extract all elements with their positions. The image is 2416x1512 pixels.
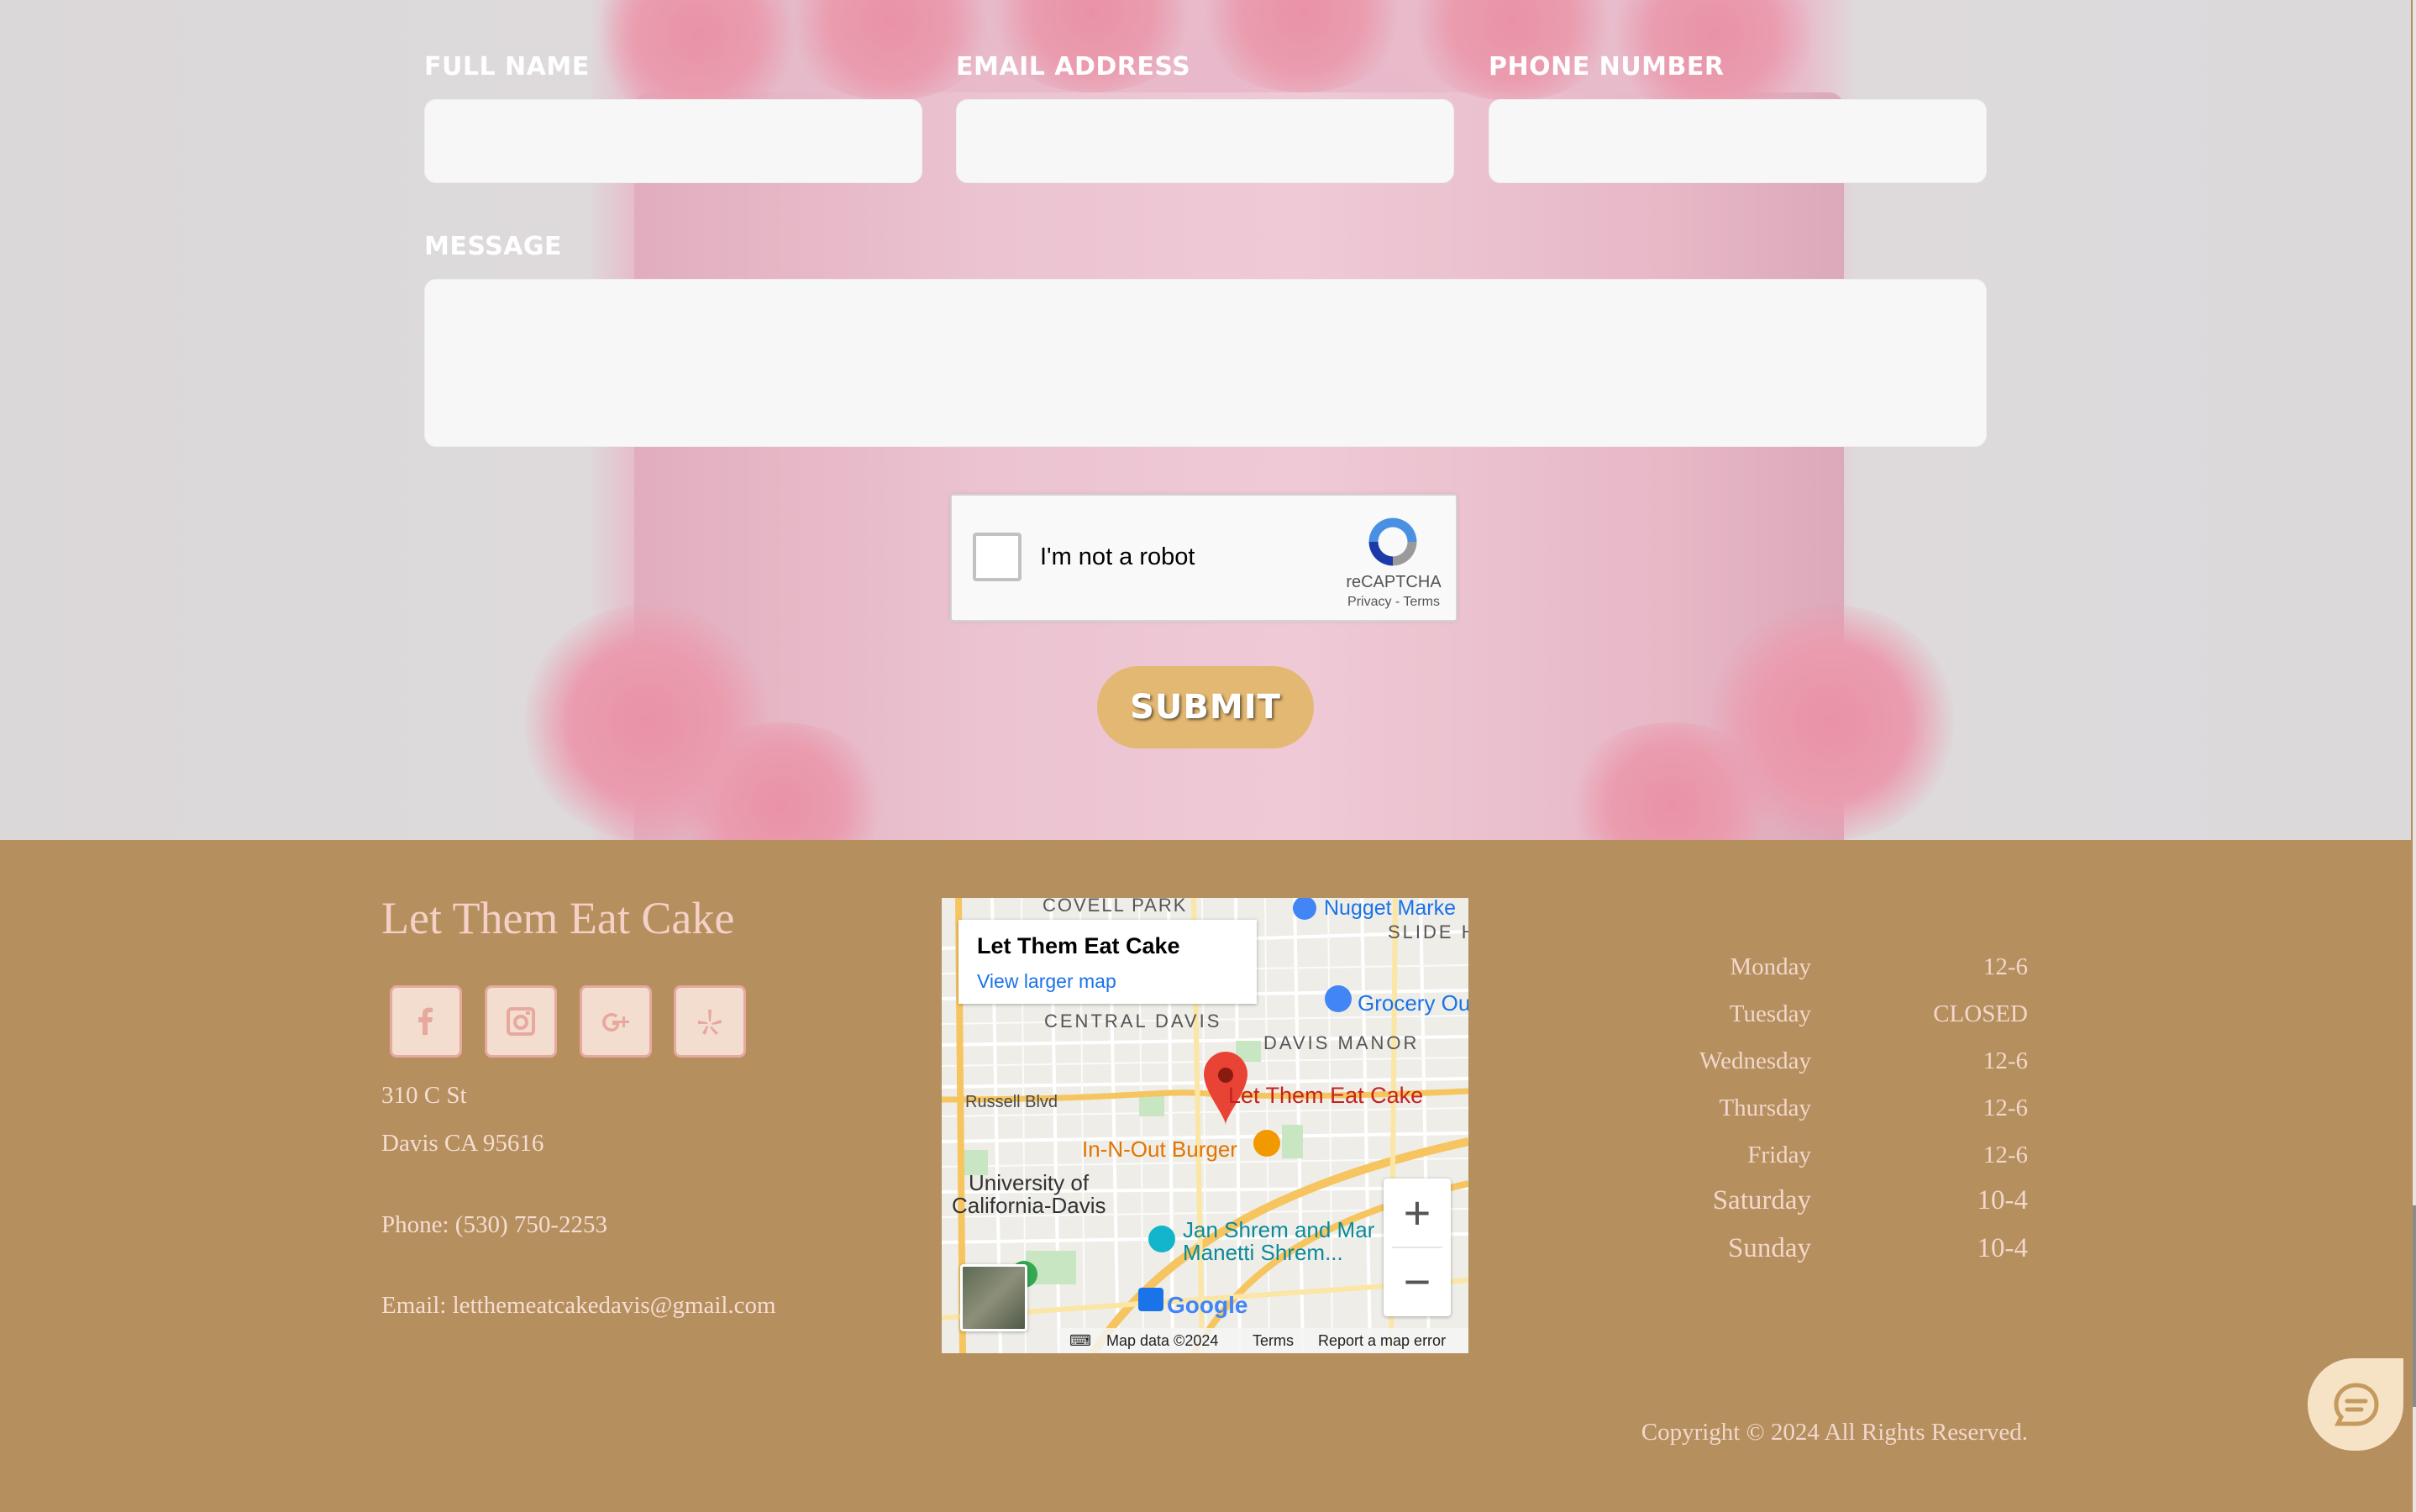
- map-label-davis-manor: DAVIS MANOR: [1263, 1032, 1420, 1053]
- phone-text[interactable]: Phone: (530) 750-2253: [381, 1211, 607, 1239]
- map-card-title: Let Them Eat Cake: [977, 933, 1180, 958]
- message-label: MESSAGE: [424, 232, 563, 261]
- instagram-icon: [507, 1007, 535, 1036]
- recaptcha-logo-icon: [1368, 517, 1417, 566]
- map-report-link[interactable]: Report a map error: [1318, 1332, 1446, 1350]
- chat-icon: [2334, 1383, 2379, 1426]
- hours-time: CLOSED: [1933, 1000, 2028, 1027]
- zoom-out-button[interactable]: −: [1384, 1247, 1451, 1316]
- map-zoom-control: + −: [1384, 1179, 1451, 1316]
- recaptcha-links: Privacy - Terms: [1335, 595, 1452, 610]
- hours-day: Saturday: [1712, 1185, 1811, 1215]
- recaptcha-terms-link[interactable]: Terms: [1403, 595, 1440, 609]
- message-textarea[interactable]: [424, 279, 1987, 447]
- footer-brand-name: Let Them Eat Cake: [381, 893, 735, 943]
- page-scrollbar[interactable]: [2413, 0, 2416, 1512]
- hours-day: Tuesday: [1729, 1000, 1811, 1027]
- scrollbar-thumb[interactable]: [2413, 1205, 2416, 1407]
- google-logo: Google: [1167, 1292, 1248, 1318]
- map-label-russell-blvd: Russell Blvd: [965, 1093, 1058, 1111]
- email-prefix: Email:: [381, 1292, 453, 1319]
- recaptcha-label: I'm not a robot: [1040, 543, 1195, 570]
- hours-time: 12-6: [1983, 1095, 2028, 1121]
- google-plus-icon: [602, 1013, 629, 1032]
- phone-input[interactable]: [1489, 99, 1987, 183]
- map-label-uc-line2: California-Davis: [952, 1193, 1106, 1218]
- hours-time: 12-6: [1983, 953, 2028, 980]
- map-label-covell-park: COVELL PARK: [1043, 898, 1188, 916]
- map-label-shrem-line2: Manetti Shrem...: [1183, 1240, 1343, 1265]
- view-larger-map-link[interactable]: View larger map: [977, 970, 1116, 993]
- map-terms-link[interactable]: Terms: [1253, 1332, 1294, 1350]
- hours-time: 12-6: [1983, 1142, 2028, 1168]
- hours-time: 10-4: [1977, 1233, 2029, 1263]
- map-info-card: Let Them Eat Cake View larger map: [959, 920, 1257, 1004]
- zoom-in-button[interactable]: +: [1384, 1179, 1451, 1247]
- facebook-link[interactable]: [390, 985, 462, 1058]
- contact-section: FULL NAME EMAIL ADDRESS PHONE NUMBER MES…: [0, 0, 2411, 840]
- map-label-pin: Let Them Eat Cake: [1228, 1083, 1424, 1108]
- yelp-link[interactable]: [674, 985, 746, 1058]
- hours-time: 10-4: [1977, 1185, 2029, 1215]
- hours-day: Thursday: [1719, 1095, 1811, 1121]
- phone-label: PHONE NUMBER: [1489, 52, 1725, 81]
- recaptcha-checkbox[interactable]: [973, 533, 1022, 581]
- chat-widget-button[interactable]: [2308, 1358, 2403, 1451]
- hours-day: Sunday: [1728, 1233, 1811, 1263]
- hours-day: Monday: [1730, 953, 1811, 980]
- copyright-text: Copyright © 2024 All Rights Reserved.: [1641, 1419, 2028, 1446]
- map-label-innout: In-N-Out Burger: [1082, 1137, 1237, 1162]
- google-plus-link[interactable]: [580, 985, 652, 1058]
- hours-time: 12-6: [1983, 1047, 2028, 1074]
- yelp-icon: [698, 1010, 722, 1035]
- map-label-nugget: Nugget Marke: [1324, 898, 1457, 920]
- map-label-grocery: Grocery Ou: [1358, 990, 1468, 1016]
- email-input[interactable]: [956, 99, 1454, 183]
- facebook-icon: [418, 1007, 433, 1035]
- satellite-toggle[interactable]: [960, 1264, 1027, 1331]
- map-data-text: Map data ©2024: [1106, 1332, 1219, 1349]
- full-name-input[interactable]: [424, 99, 922, 183]
- map-label-slide-hill: SLIDE H: [1388, 921, 1468, 942]
- hours-day: Wednesday: [1699, 1047, 1811, 1074]
- recaptcha-brand: reCAPTCHA: [1346, 573, 1442, 591]
- address-line-1: 310 C St: [381, 1082, 467, 1109]
- email-label: EMAIL ADDRESS: [956, 52, 1191, 81]
- recaptcha-privacy-link[interactable]: Privacy: [1347, 595, 1391, 609]
- submit-button[interactable]: SUBMIT: [1097, 666, 1314, 748]
- recaptcha-widget: I'm not a robot reCAPTCHA Privacy - Term…: [950, 494, 1457, 622]
- full-name-label: FULL NAME: [424, 52, 590, 81]
- email-link[interactable]: letthemeatcakedavis@gmail.com: [453, 1292, 776, 1319]
- hours-day: Friday: [1747, 1142, 1811, 1168]
- keyboard-icon[interactable]: ⌨: [1069, 1332, 1091, 1350]
- instagram-link[interactable]: [485, 985, 557, 1058]
- google-map-embed[interactable]: COVELL PARK Nugget Marke SLIDE H CENTRAL…: [942, 898, 1468, 1353]
- map-attribution-bar: ⌨ Map data ©2024 Terms Report a map erro…: [1059, 1328, 1468, 1353]
- recaptcha-separator: -: [1394, 595, 1404, 609]
- map-label-central-davis: CENTRAL DAVIS: [1044, 1011, 1222, 1032]
- email-text: Email: letthemeatcakedavis@gmail.com: [381, 1292, 776, 1320]
- address-line-2: Davis CA 95616: [381, 1130, 544, 1157]
